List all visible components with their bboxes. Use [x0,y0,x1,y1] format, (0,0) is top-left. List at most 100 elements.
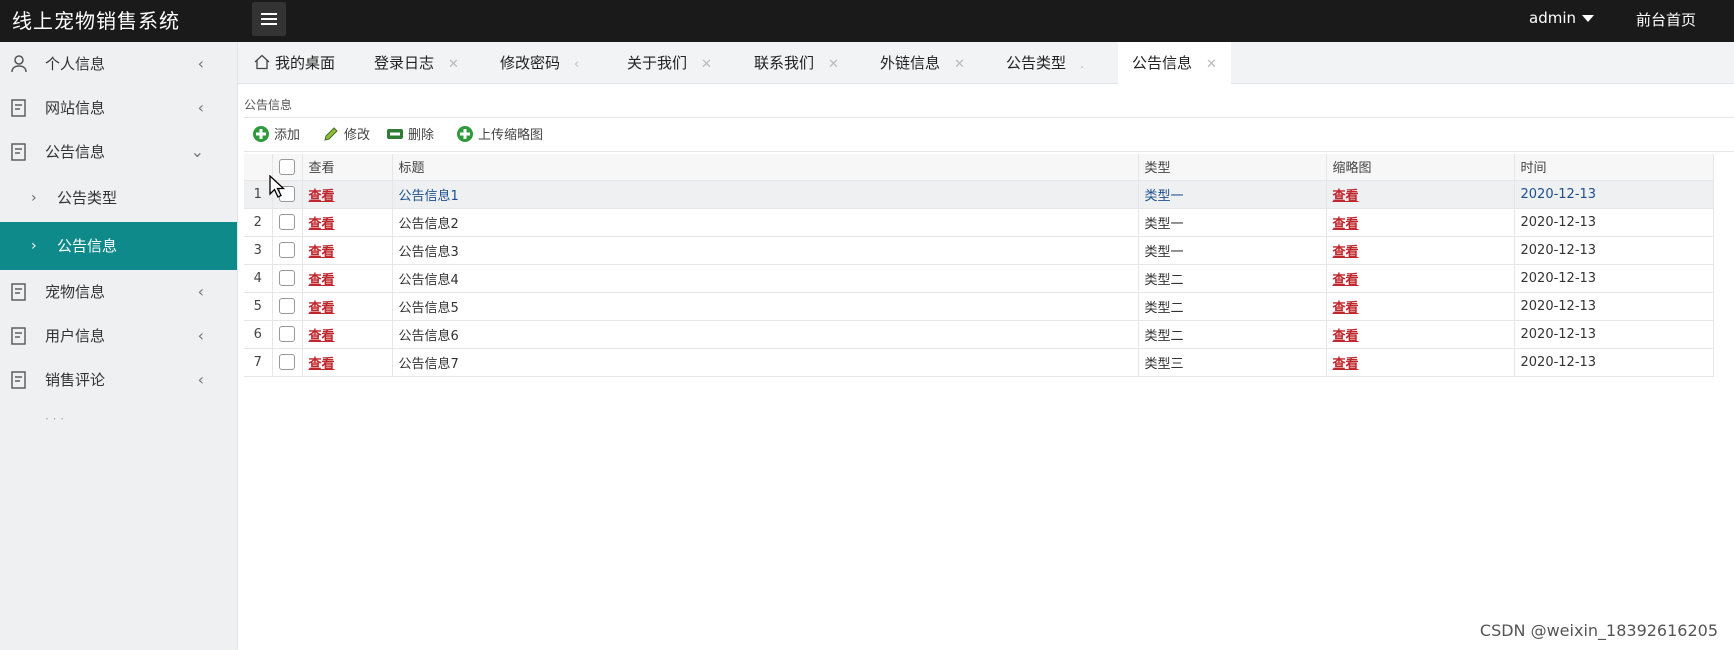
thumbnail-link[interactable]: 查看 [1333,245,1359,260]
time-cell: 2020-12-13 [1514,320,1714,349]
sidebar-item-notice-info[interactable]: 公告信息 ⌄ [0,130,237,174]
divider [244,151,1734,152]
edit-button[interactable]: 修改 [322,125,370,147]
row-checkbox[interactable] [279,242,295,258]
view-link[interactable]: 查看 [309,301,335,316]
time-cell: 2020-12-13 [1514,264,1714,293]
column-header[interactable]: 缩略图 [1326,154,1515,181]
tab-contact-us[interactable]: 联系我们 ✕ [754,42,839,84]
sidebar-item-site-info[interactable]: 网站信息 ‹ [0,86,237,130]
home-icon [254,54,270,70]
sidebar-subitem-notice-type[interactable]: › 公告类型 [0,174,237,222]
close-icon[interactable]: ✕ [828,57,839,72]
user-icon [11,55,27,73]
close-icon[interactable]: ✕ [701,57,712,72]
row-number: 5 [244,292,273,321]
chevron-right-icon: › [31,238,37,254]
front-page-link[interactable]: 前台首页 [1636,9,1696,30]
sidebar-item-personal-info[interactable]: 个人信息 ‹ [0,42,237,86]
tab-label: 登录日志 [374,54,435,72]
row-number: 4 [244,264,273,293]
close-icon[interactable]: ✕ [448,57,459,72]
close-icon[interactable]: ‹ [574,57,579,72]
select-all-checkbox[interactable] [279,158,295,175]
row-number: 7 [244,348,273,377]
column-header[interactable]: 标题 [392,154,1139,181]
sidebar-item-sales-comments[interactable]: 销售评论 ‹ [0,358,237,402]
type-cell: 类型二 [1138,264,1327,293]
row-checkbox[interactable] [279,214,295,230]
table-row[interactable]: 6 查看 公告信息6 类型二 查看 2020-12-13 [244,320,1714,349]
sidebar-item-label: 宠物信息 [45,283,106,301]
tab-notice-info[interactable]: 公告信息 ✕ [1118,42,1231,84]
chevron-down-icon: ⌄ [190,142,204,161]
row-checkbox[interactable] [279,354,295,370]
user-menu[interactable]: admin [1529,9,1594,27]
time-cell: 2020-12-13 [1514,236,1714,265]
title-cell: 公告信息7 [392,348,1139,377]
top-bar: 线上宠物销售系统 admin 前台首页 [0,0,1734,42]
sidebar-item-pet-info[interactable]: 宠物信息 ‹ [0,270,237,314]
view-link[interactable]: 查看 [309,329,335,344]
type-cell: 类型一 [1138,208,1327,237]
thumbnail-link[interactable]: 查看 [1333,301,1359,316]
row-checkbox[interactable] [279,298,295,314]
tab-about-us[interactable]: 关于我们 ✕ [627,42,712,84]
close-icon[interactable]: . [1080,57,1084,72]
tab-notice-type[interactable]: 公告类型. [1006,42,1084,84]
sidebar-divider: · · · [45,412,65,426]
document-icon [11,99,26,117]
menu-toggle-button[interactable] [252,2,286,36]
sidebar-item-user-info[interactable]: 用户信息 ‹ [0,314,237,358]
tab-change-password[interactable]: 修改密码 ‹ [500,42,579,84]
view-link[interactable]: 查看 [309,273,335,288]
chevron-left-icon: ‹ [197,98,204,117]
upload-thumbnail-button[interactable]: 上传缩略图 [456,125,543,147]
thumbnail-link[interactable]: 查看 [1333,217,1359,232]
column-header[interactable]: 类型 [1138,154,1327,181]
row-number: 3 [244,236,273,265]
row-checkbox[interactable] [279,270,295,286]
thumbnail-link[interactable]: 查看 [1333,273,1359,288]
divider [244,117,1734,118]
view-link[interactable]: 查看 [309,245,335,260]
time-cell: 2020-12-13 [1514,208,1714,237]
tab-my-desktop[interactable]: 我的桌面 [254,42,335,84]
sidebar-item-label: 用户信息 [45,327,106,345]
chevron-left-icon: ‹ [197,54,204,73]
thumbnail-link[interactable]: 查看 [1333,189,1359,204]
column-header[interactable]: 查看 [302,154,393,181]
chevron-left-icon: ‹ [197,326,204,345]
table-row[interactable]: 7 查看 公告信息7 类型三 查看 2020-12-13 [244,348,1714,377]
close-icon[interactable]: ✕ [954,57,965,72]
table-row[interactable]: 1 查看 公告信息1 类型一 查看 2020-12-13 [244,180,1714,209]
table-row[interactable]: 2 查看 公告信息2 类型一 查看 2020-12-13 [244,208,1714,237]
thumbnail-link[interactable]: 查看 [1333,329,1359,344]
plus-circle-icon [253,126,269,142]
document-icon [11,371,26,389]
chevron-right-icon: › [31,190,37,206]
column-header[interactable]: 时间 [1514,154,1714,181]
table-row[interactable]: 3 查看 公告信息3 类型一 查看 2020-12-13 [244,236,1714,265]
close-icon[interactable]: ✕ [1206,57,1217,72]
watermark: CSDN @weixin_18392616205 [1479,621,1718,640]
row-checkbox[interactable] [279,326,295,342]
sidebar-subitem-notice-info[interactable]: › 公告信息 [0,222,237,270]
table-row[interactable]: 4 查看 公告信息4 类型二 查看 2020-12-13 [244,264,1714,293]
view-link[interactable]: 查看 [309,357,335,372]
table-row[interactable]: 5 查看 公告信息5 类型二 查看 2020-12-13 [244,292,1714,321]
tab-external-links[interactable]: 外链信息 ✕ [880,42,965,84]
thumbnail-link[interactable]: 查看 [1333,357,1359,372]
mouse-cursor-icon [269,175,286,198]
tab-label: 关于我们 [627,54,688,72]
plus-circle-icon [457,126,473,142]
add-button[interactable]: 添加 [252,125,300,147]
upload-label: 上传缩略图 [478,128,544,143]
delete-button[interactable]: 删除 [386,125,434,147]
sidebar-subitem-label: 公告类型 [57,189,118,207]
view-link[interactable]: 查看 [309,189,335,204]
tab-login-log[interactable]: 登录日志 ✕ [374,42,459,84]
row-number: 6 [244,320,273,349]
view-link[interactable]: 查看 [309,217,335,232]
sidebar-item-label: 公告信息 [45,143,106,161]
